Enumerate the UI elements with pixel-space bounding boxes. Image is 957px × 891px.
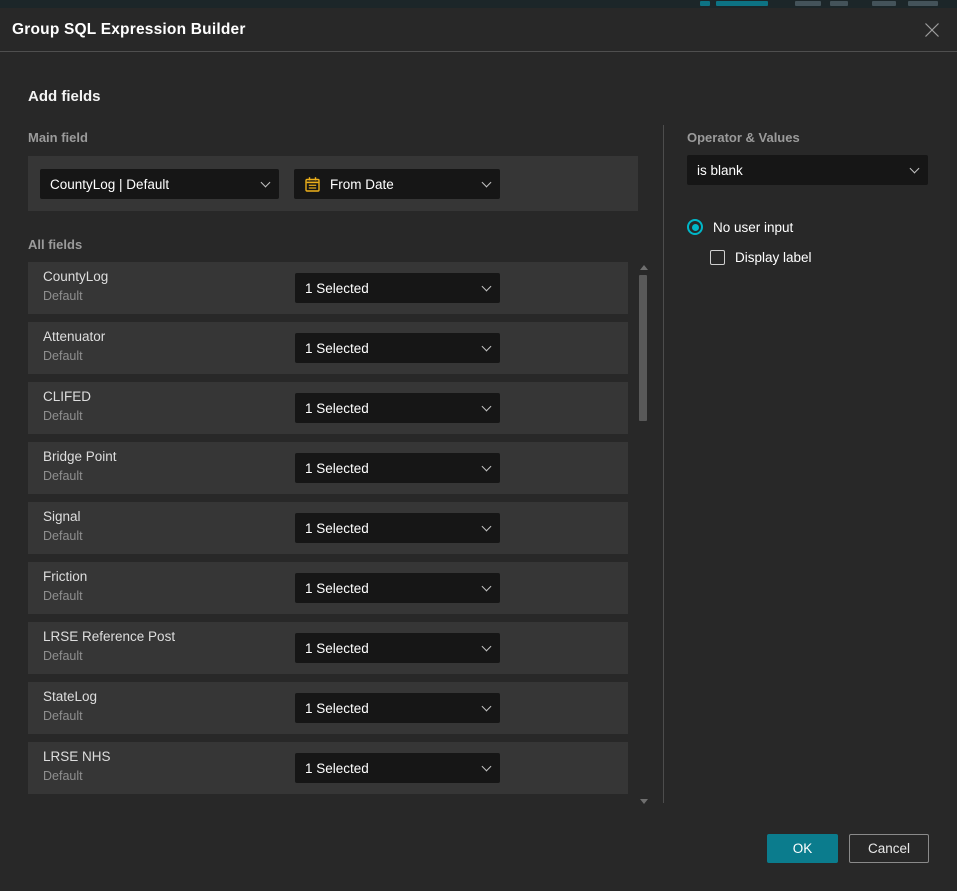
field-selection-value: 1 Selected bbox=[305, 461, 475, 476]
field-row: Attenuator Default 1 Selected bbox=[28, 322, 628, 374]
scroll-down-icon[interactable] bbox=[640, 799, 648, 804]
chevron-down-icon bbox=[482, 522, 492, 532]
field-name: Attenuator bbox=[43, 329, 105, 344]
display-label-label: Display label bbox=[735, 250, 812, 265]
field-name: Bridge Point bbox=[43, 449, 117, 464]
scrollbar-thumb[interactable] bbox=[639, 275, 647, 421]
field-sublabel: Default bbox=[43, 589, 83, 603]
cancel-button[interactable]: Cancel bbox=[849, 834, 929, 863]
all-fields-list: CountyLog Default 1 Selected Attenuator … bbox=[28, 262, 628, 794]
field-name: Friction bbox=[43, 569, 87, 584]
field-name: LRSE Reference Post bbox=[43, 629, 175, 644]
field-selection-select[interactable]: 1 Selected bbox=[295, 633, 500, 663]
dialog-header: Group SQL Expression Builder bbox=[0, 8, 957, 52]
field-name: StateLog bbox=[43, 689, 97, 704]
field-row: Friction Default 1 Selected bbox=[28, 562, 628, 614]
fields-scrollbar[interactable] bbox=[637, 262, 650, 810]
chevron-down-icon bbox=[482, 282, 492, 292]
field-sublabel: Default bbox=[43, 409, 83, 423]
no-user-input-label: No user input bbox=[713, 220, 793, 235]
scroll-up-icon[interactable] bbox=[640, 265, 648, 270]
main-field-source-value: CountyLog | Default bbox=[50, 177, 254, 192]
chevron-down-icon bbox=[482, 702, 492, 712]
field-name: LRSE NHS bbox=[43, 749, 111, 764]
chevron-down-icon bbox=[482, 178, 492, 188]
field-row: CLIFED Default 1 Selected bbox=[28, 382, 628, 434]
chevron-down-icon bbox=[910, 164, 920, 174]
chevron-down-icon bbox=[482, 762, 492, 772]
field-name: CLIFED bbox=[43, 389, 91, 404]
background-fragment bbox=[872, 1, 896, 6]
chevron-down-icon bbox=[482, 342, 492, 352]
background-fragment bbox=[830, 1, 848, 6]
field-sublabel: Default bbox=[43, 529, 83, 543]
no-user-input-radio[interactable]: No user input bbox=[687, 219, 793, 235]
field-selection-value: 1 Selected bbox=[305, 281, 475, 296]
field-sublabel: Default bbox=[43, 289, 83, 303]
field-selection-value: 1 Selected bbox=[305, 521, 475, 536]
chevron-down-icon bbox=[482, 582, 492, 592]
field-row: CountyLog Default 1 Selected bbox=[28, 262, 628, 314]
radio-icon bbox=[687, 219, 703, 235]
operator-value: is blank bbox=[697, 163, 903, 178]
add-fields-heading: Add fields bbox=[28, 88, 101, 105]
background-fragment bbox=[716, 1, 768, 6]
chevron-down-icon bbox=[482, 642, 492, 652]
field-row: LRSE Reference Post Default 1 Selected bbox=[28, 622, 628, 674]
chevron-down-icon bbox=[261, 178, 271, 188]
checkbox-icon bbox=[710, 250, 725, 265]
operator-select[interactable]: is blank bbox=[687, 155, 928, 185]
field-row: LRSE NHS Default 1 Selected bbox=[28, 742, 628, 794]
field-sublabel: Default bbox=[43, 769, 83, 783]
main-field-source-select[interactable]: CountyLog | Default bbox=[40, 169, 279, 199]
dialog-title: Group SQL Expression Builder bbox=[12, 8, 246, 52]
background-fragment bbox=[700, 1, 710, 6]
background-fragment bbox=[908, 1, 938, 6]
field-selection-select[interactable]: 1 Selected bbox=[295, 333, 500, 363]
vertical-divider bbox=[663, 125, 664, 803]
background-fragment bbox=[795, 1, 821, 6]
main-field-field-select[interactable]: From Date bbox=[294, 169, 500, 199]
close-button[interactable] bbox=[923, 21, 941, 39]
main-field-label: Main field bbox=[28, 130, 88, 145]
group-sql-expression-builder-dialog: Group SQL Expression Builder Add fields … bbox=[0, 8, 957, 891]
field-row: Bridge Point Default 1 Selected bbox=[28, 442, 628, 494]
field-sublabel: Default bbox=[43, 649, 83, 663]
main-field-field-value: From Date bbox=[330, 177, 475, 192]
display-label-checkbox[interactable]: Display label bbox=[710, 250, 812, 265]
field-selection-select[interactable]: 1 Selected bbox=[295, 393, 500, 423]
field-sublabel: Default bbox=[43, 469, 83, 483]
field-selection-select[interactable]: 1 Selected bbox=[295, 453, 500, 483]
field-selection-value: 1 Selected bbox=[305, 341, 475, 356]
chevron-down-icon bbox=[482, 462, 492, 472]
field-row: StateLog Default 1 Selected bbox=[28, 682, 628, 734]
field-name: Signal bbox=[43, 509, 81, 524]
operator-values-label: Operator & Values bbox=[687, 130, 800, 145]
field-name: CountyLog bbox=[43, 269, 108, 284]
field-sublabel: Default bbox=[43, 709, 83, 723]
background-app-bar bbox=[0, 0, 957, 8]
field-selection-select[interactable]: 1 Selected bbox=[295, 753, 500, 783]
ok-button[interactable]: OK bbox=[767, 834, 838, 863]
field-selection-select[interactable]: 1 Selected bbox=[295, 693, 500, 723]
field-selection-value: 1 Selected bbox=[305, 401, 475, 416]
field-row: Signal Default 1 Selected bbox=[28, 502, 628, 554]
field-selection-select[interactable]: 1 Selected bbox=[295, 513, 500, 543]
field-selection-value: 1 Selected bbox=[305, 641, 475, 656]
field-selection-value: 1 Selected bbox=[305, 701, 475, 716]
field-selection-select[interactable]: 1 Selected bbox=[295, 573, 500, 603]
field-sublabel: Default bbox=[43, 349, 83, 363]
calendar-icon bbox=[304, 176, 321, 193]
main-field-panel: CountyLog | Default From Date bbox=[28, 156, 638, 211]
chevron-down-icon bbox=[482, 402, 492, 412]
field-selection-value: 1 Selected bbox=[305, 581, 475, 596]
field-selection-select[interactable]: 1 Selected bbox=[295, 273, 500, 303]
field-selection-value: 1 Selected bbox=[305, 761, 475, 776]
all-fields-label: All fields bbox=[28, 237, 82, 252]
close-icon bbox=[924, 22, 940, 38]
